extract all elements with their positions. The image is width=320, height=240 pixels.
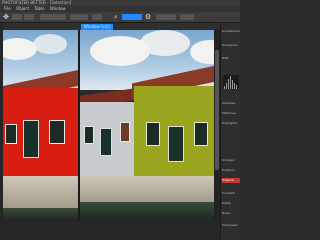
histogram-bar xyxy=(230,76,231,89)
door xyxy=(100,128,112,156)
preset-dropdown[interactable] xyxy=(156,14,176,20)
histogram-bar xyxy=(232,80,233,89)
histogram-bar xyxy=(234,83,235,89)
quay xyxy=(80,176,220,202)
panel-row[interactable]: Shadows xyxy=(222,101,240,106)
panel-row[interactable]: Histogram xyxy=(222,43,240,48)
window xyxy=(194,122,208,146)
window xyxy=(146,122,160,146)
scroll-thumb[interactable] xyxy=(215,50,219,170)
before-image-view[interactable] xyxy=(3,30,78,220)
panel-row[interactable]: Noise xyxy=(222,211,240,216)
channel-select[interactable]: RGB xyxy=(222,56,240,61)
gear-icon[interactable]: ⚙ xyxy=(144,13,152,21)
histogram-bar xyxy=(228,79,229,89)
document-tabs: Window (col) xyxy=(3,23,220,30)
cloud xyxy=(140,30,190,56)
door xyxy=(23,120,39,158)
original-row-highlight[interactable]: Original xyxy=(222,178,240,183)
cloud xyxy=(33,34,67,54)
move-tool-icon[interactable]: ✥ xyxy=(2,13,10,21)
window xyxy=(49,120,65,144)
window xyxy=(84,126,94,144)
grey-house xyxy=(80,102,136,176)
zoom-field[interactable] xyxy=(122,14,142,20)
quay xyxy=(3,176,78,208)
tool-option-button[interactable] xyxy=(24,14,34,20)
tool-option-button[interactable] xyxy=(180,14,194,20)
panel-row[interactable]: Contrast xyxy=(222,191,240,196)
adjustments-panel: Adjustments Histogram RGB Shadows Midton… xyxy=(220,23,241,240)
window xyxy=(120,122,130,142)
panel-row[interactable]: Enhance xyxy=(222,168,240,173)
tool-option-button[interactable] xyxy=(12,14,22,20)
tool-option-button[interactable] xyxy=(92,14,102,20)
window-title: PHOTOFILTER BETTER - [Selection] xyxy=(2,0,72,5)
green-house xyxy=(134,86,220,176)
after-image-view[interactable] xyxy=(80,30,220,220)
search-icon[interactable]: ⌕ xyxy=(112,13,120,21)
canal-water xyxy=(80,202,220,220)
size-field[interactable] xyxy=(70,14,88,20)
canal-water xyxy=(3,208,78,220)
door xyxy=(168,126,184,162)
histogram-bar xyxy=(226,83,227,89)
window xyxy=(5,124,17,144)
status-bar xyxy=(3,220,220,240)
panel-row[interactable]: Sharpen xyxy=(222,158,240,163)
mode-dropdown[interactable] xyxy=(40,14,66,20)
histogram xyxy=(223,75,239,89)
panel-row[interactable]: Highlights xyxy=(222,121,240,126)
panel-header: Adjustments xyxy=(222,29,240,33)
red-house xyxy=(3,88,78,176)
histogram-bar xyxy=(236,85,237,89)
panel-row[interactable]: Sharpness xyxy=(222,223,240,228)
panel-row[interactable]: Detail xyxy=(222,201,240,206)
panel-row[interactable]: Midtones xyxy=(222,111,240,116)
histogram-bar xyxy=(224,86,225,89)
options-toolbar: ✥ ⌕ ⚙ xyxy=(0,12,240,23)
